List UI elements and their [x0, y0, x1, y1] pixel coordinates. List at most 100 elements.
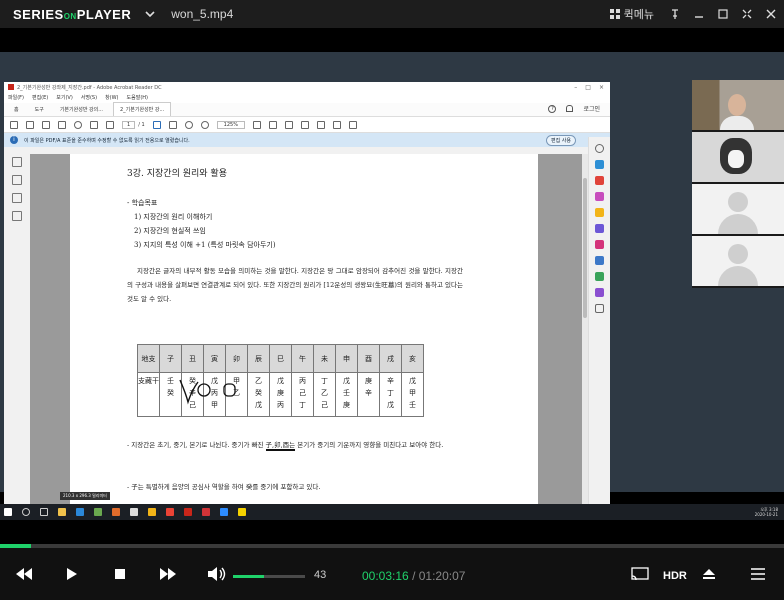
taskbar-app-icon[interactable] — [112, 508, 120, 516]
taskbar-app-icon[interactable] — [94, 508, 102, 516]
table-cell: 戊甲壬 — [401, 372, 424, 417]
tab-home[interactable]: 홈 — [8, 103, 25, 116]
windows-start-icon[interactable] — [4, 508, 12, 516]
table-cell: 丙己丁 — [291, 372, 314, 417]
protect-icon[interactable] — [595, 256, 604, 265]
signatures-icon[interactable] — [12, 211, 22, 221]
pin-icon[interactable] — [668, 7, 682, 21]
zoom-in-icon[interactable] — [200, 120, 209, 129]
sign-icon[interactable] — [332, 120, 341, 129]
comment-icon[interactable] — [284, 120, 293, 129]
enable-editing-button[interactable]: 편집 사용 — [546, 134, 576, 146]
fill-sign-icon[interactable] — [595, 240, 604, 249]
page-number-input[interactable]: 1 — [122, 120, 136, 129]
tab-tools[interactable]: 도구 — [29, 103, 50, 116]
app-logo[interactable]: SERIESONPLAYER — [13, 7, 131, 22]
chevron-down-icon[interactable] — [143, 7, 157, 21]
bookmarks-icon[interactable] — [12, 175, 22, 185]
search-tool-icon[interactable] — [595, 144, 604, 153]
acrobat-tab-bar: 홈 도구 기본기완성반 강의... 2_기본기완성반 강... ? 로그인 — [4, 102, 610, 117]
scrollbar-thumb[interactable] — [583, 178, 587, 318]
objective-2: 2) 지장간의 현실적 쓰임 — [134, 227, 206, 235]
cast-icon[interactable] — [629, 548, 651, 600]
organize-pages-icon[interactable] — [595, 272, 604, 281]
fast-forward-icon[interactable] — [156, 548, 180, 600]
menu-edit[interactable]: 편집(E) — [32, 94, 48, 101]
comment-tool-icon[interactable] — [595, 208, 604, 217]
fit-page-icon[interactable] — [252, 120, 261, 129]
taskbar-app-icon[interactable] — [202, 508, 210, 516]
combine-files-icon[interactable] — [595, 224, 604, 233]
pdf-icon — [8, 84, 14, 90]
taskbar-app-icon[interactable] — [58, 508, 66, 516]
bookmark-star-icon[interactable] — [26, 120, 34, 129]
menu-file[interactable]: 파일(F) — [8, 94, 24, 101]
highlight-icon[interactable] — [316, 120, 325, 129]
export-pdf-icon[interactable] — [595, 160, 604, 169]
avatar — [728, 192, 748, 212]
minimize-icon[interactable] — [692, 7, 706, 21]
taskbar-app-icon[interactable] — [166, 508, 174, 516]
document-area[interactable]: 3강. 지장간의 원리와 활용 - 학습목표 1) 지장간의 원리 이해하기 2… — [30, 154, 588, 504]
acrobat-minimize-icon[interactable]: – — [574, 84, 577, 91]
volume-slider[interactable] — [233, 575, 305, 578]
eject-icon[interactable] — [699, 548, 719, 600]
email-icon[interactable] — [58, 120, 66, 129]
table-header-cell: 午 — [291, 344, 314, 373]
taskbar-search-icon[interactable] — [22, 508, 30, 516]
taskbar-app-icon[interactable] — [220, 508, 228, 516]
print-icon[interactable] — [42, 120, 50, 129]
tab-doc-2[interactable]: 2_기본기완성반 강... — [112, 102, 172, 116]
stop-icon[interactable] — [110, 548, 130, 600]
fullscreen-icon[interactable] — [740, 7, 754, 21]
acrobat-maximize-icon[interactable]: □ — [585, 84, 591, 91]
keyboard-icon[interactable] — [268, 120, 277, 129]
volume-icon[interactable] — [205, 548, 229, 600]
create-pdf-icon[interactable] — [595, 176, 604, 185]
task-view-icon[interactable] — [40, 508, 48, 516]
send-review-icon[interactable] — [595, 288, 604, 297]
current-time: 00:03:16 — [362, 569, 409, 583]
pen-icon[interactable] — [300, 120, 309, 129]
share-icon[interactable] — [348, 120, 357, 129]
tab-doc-1[interactable]: 기본기완성반 강의... — [54, 103, 109, 116]
taskbar-app-icon[interactable] — [238, 508, 246, 516]
zoom-select[interactable]: 125% — [216, 120, 245, 129]
menu-help[interactable]: 도움말(H) — [127, 94, 148, 101]
hdr-button[interactable]: HDR — [663, 570, 687, 582]
menu-icon[interactable] — [748, 548, 768, 600]
maximize-icon[interactable] — [716, 7, 730, 21]
rewind-icon[interactable] — [12, 548, 36, 600]
zoom-out-icon[interactable] — [184, 120, 193, 129]
menu-view[interactable]: 보기(V) — [56, 94, 73, 101]
table-header-cell: 未 — [313, 344, 336, 373]
participant-avatar-placeholder — [692, 236, 784, 286]
select-cursor-icon[interactable] — [152, 120, 161, 129]
menu-sign[interactable]: 서명(S) — [81, 94, 97, 101]
more-tools-icon[interactable] — [595, 304, 604, 313]
taskbar-clock: 오후 3:18 2020-10-21 — [755, 507, 778, 517]
taskbar-app-icon[interactable] — [148, 508, 156, 516]
acrobat-close-icon[interactable]: × — [599, 84, 604, 91]
page-up-icon[interactable] — [90, 120, 98, 129]
close-icon[interactable] — [764, 7, 778, 21]
page-down-icon[interactable] — [106, 120, 114, 129]
bell-icon[interactable] — [566, 105, 574, 112]
login-button[interactable]: 로그인 — [583, 104, 600, 113]
taskbar-app-icon[interactable] — [184, 508, 192, 516]
menu-window[interactable]: 창(W) — [105, 94, 118, 101]
pdfa-info-text: 이 파일은 PDF/A 표준을 준수하며 수정할 수 없도록 읽기 전용으로 열… — [24, 137, 190, 144]
taskbar-app-icon[interactable] — [76, 508, 84, 516]
hand-icon[interactable] — [168, 120, 177, 129]
taskbar-app-icon[interactable] — [130, 508, 138, 516]
edit-pdf-icon[interactable] — [595, 192, 604, 201]
save-icon[interactable] — [10, 120, 18, 129]
attachments-icon[interactable] — [12, 193, 22, 203]
search-icon[interactable] — [74, 120, 82, 129]
help-icon[interactable]: ? — [548, 104, 557, 113]
play-icon[interactable] — [62, 548, 82, 600]
pages-thumbnail-icon[interactable] — [12, 157, 22, 167]
webcam-strip — [692, 80, 784, 288]
player-controls: 43 00:03:16 / 01:20:07 HDR — [0, 548, 784, 600]
quick-menu-button[interactable]: 퀵메뉴 — [609, 6, 654, 22]
